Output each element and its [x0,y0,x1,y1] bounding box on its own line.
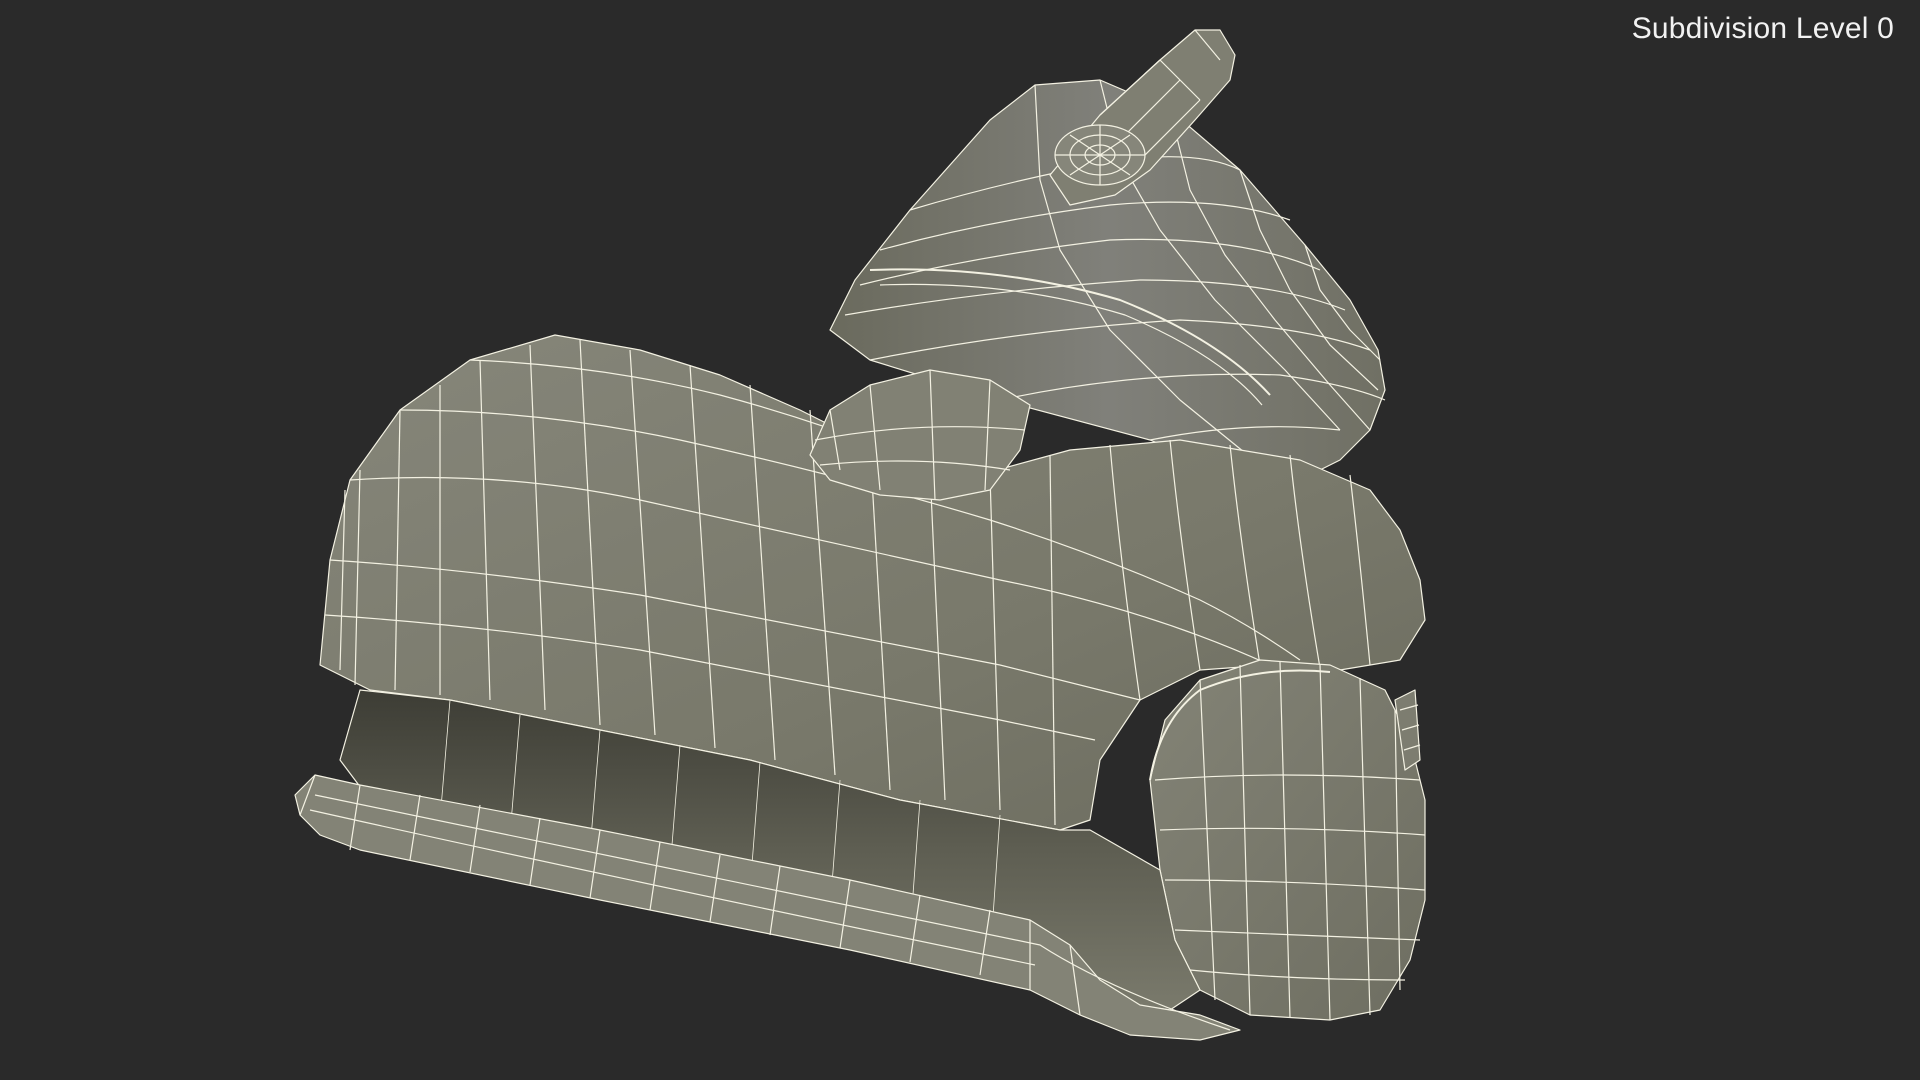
connector-bump [809,369,1031,501]
3d-viewport[interactable]: Subdivision Level 0 [0,0,1920,1080]
subdivision-level-label: Subdivision Level 0 [1631,12,1894,45]
wireframe-model [294,29,1426,1041]
end-cap [1149,659,1426,1021]
